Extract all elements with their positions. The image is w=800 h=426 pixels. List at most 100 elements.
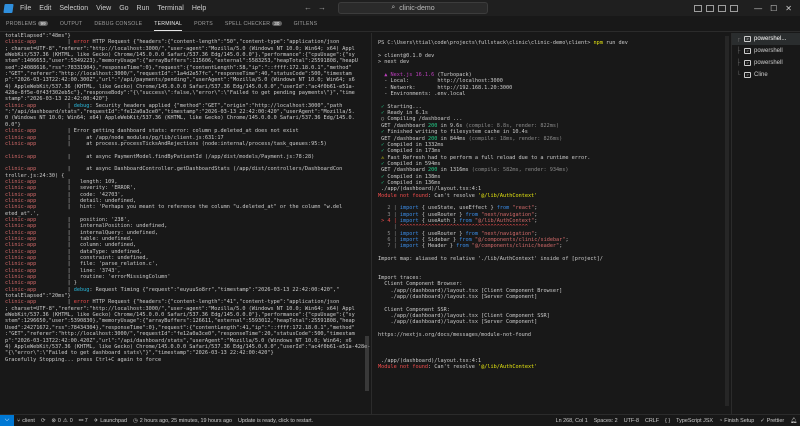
terminal-text: debug bbox=[73, 286, 90, 293]
tab-gitlens[interactable]: GITLENS bbox=[288, 16, 324, 32]
terminal-text: ./app/(dashboard)/layout.tsx [Client Com… bbox=[378, 287, 563, 294]
terminal-text: from bbox=[456, 243, 472, 250]
language-mode[interactable]: TypeScript JSX bbox=[673, 418, 716, 424]
menu-item-view[interactable]: View bbox=[96, 5, 111, 12]
cursor-position[interactable]: Ln 268, Col 1 bbox=[553, 418, 591, 424]
terminal-text: clinic-app bbox=[5, 166, 37, 173]
indentation[interactable]: Spaces: 2 bbox=[591, 418, 621, 424]
git-commit-icon: ◷ bbox=[132, 417, 138, 424]
terminal-text: | at async PaymentModel.findByPatientId … bbox=[36, 153, 315, 160]
terminal-list-item[interactable]: ├ > powershell bbox=[732, 57, 800, 69]
terminal-text: Compiled in 594ms bbox=[387, 160, 441, 167]
terminal-text: HTTP Request {"headers":{"content-length… bbox=[89, 39, 340, 46]
terminal-text: p":"2026-03-13T22:42:00.300Z","url":"/ap… bbox=[5, 77, 355, 84]
terminal-text: 7 | bbox=[378, 243, 400, 250]
sync-status[interactable]: ⟳ bbox=[38, 418, 49, 424]
menu-item-terminal[interactable]: Terminal bbox=[157, 5, 183, 12]
terminal-list-item[interactable]: ├ > powershell bbox=[732, 45, 800, 57]
tab-ports[interactable]: PORTS bbox=[188, 16, 219, 32]
menu-item-edit[interactable]: Edit bbox=[39, 5, 51, 12]
branch-status[interactable]: ⑂ client bbox=[14, 418, 38, 424]
tab-spell-checker[interactable]: SPELL CHECKER 30 bbox=[219, 16, 288, 32]
terminal-left[interactable]: totalElapsed":"48ms"} clinic-app | error … bbox=[0, 33, 370, 414]
terminal-icon: > bbox=[744, 48, 751, 54]
terminal-text: { Header } bbox=[421, 243, 457, 250]
terminal-text: ^^^^^^^^^^^^^^^^^^^^^^^^^^^^^^^^^^^^^^^^… bbox=[399, 224, 528, 231]
tab-terminal[interactable]: TERMINAL bbox=[148, 16, 188, 32]
toggle-secondary-sidebar-icon[interactable] bbox=[718, 4, 727, 12]
launchpad-status[interactable]: ✈ Launchpad bbox=[91, 418, 130, 424]
ports-status[interactable]: ⚯ 7 bbox=[76, 418, 91, 424]
language-braces[interactable]: { } bbox=[662, 418, 673, 424]
tab-count-badge: 30 bbox=[272, 21, 282, 26]
panel-tabs: PROBLEMS 99 OUTPUT DEBUG CONSOLE TERMINAL POR… bbox=[0, 16, 800, 32]
terminal-text: ⚠ bbox=[378, 154, 388, 161]
terminal-text: :"GET","referer":"http://localhost:3000/… bbox=[5, 71, 352, 78]
toggle-sidebar-icon[interactable] bbox=[694, 4, 703, 12]
update-status[interactable]: Update is ready, click to restart. bbox=[235, 418, 316, 424]
customize-layout-icon[interactable] bbox=[730, 4, 739, 12]
terminal-text: (compile: 8.8s, render: 822ms) bbox=[465, 122, 560, 129]
terminal-text: Module not found bbox=[378, 363, 428, 370]
terminal-text: ./app/(dashboard)/layout.tsx [Client Com… bbox=[378, 313, 550, 320]
terminal-text: clinic-app bbox=[5, 191, 37, 198]
terminal-text: import bbox=[399, 230, 422, 237]
tab-output[interactable]: OUTPUT bbox=[54, 16, 89, 32]
tab-label: TERMINAL bbox=[154, 20, 183, 27]
terminal-text: | bbox=[36, 102, 74, 109]
tree-connector: └ bbox=[736, 72, 741, 78]
forward-arrow-icon[interactable]: → bbox=[318, 3, 326, 12]
toggle-panel-icon[interactable] bbox=[706, 4, 715, 12]
terminal-text: (Turbopack) bbox=[434, 72, 472, 79]
terminal-list-item[interactable]: └ > Cline bbox=[732, 69, 800, 81]
end-of-line[interactable]: CRLF bbox=[642, 418, 662, 424]
terminal-text: stamp":"2026-03-13 22:42:00:420"} bbox=[5, 96, 109, 103]
branch-icon: ⑂ bbox=[17, 417, 21, 424]
terminal-text: "@/lib/AuthContext" bbox=[474, 217, 535, 224]
terminal-right[interactable]: PS C:\Users\ttial\code\projects\fullstac… bbox=[372, 33, 730, 414]
terminal-text: error bbox=[73, 39, 90, 46]
terminal-text: GET /dashboard bbox=[378, 167, 428, 174]
terminal-text: "@/components/clinic/header" bbox=[471, 243, 560, 250]
command-center[interactable]: ⌕ clinic-demo bbox=[338, 2, 488, 14]
terminal-right-scrollbar[interactable] bbox=[725, 36, 729, 406]
terminal-text: clinic-app bbox=[5, 134, 37, 141]
terminal-text: debug bbox=[73, 102, 90, 109]
prettier-status[interactable]: ✓ Prettier bbox=[757, 418, 787, 424]
terminal-line: clinic-app | at process.processTicksAndR… bbox=[5, 141, 370, 147]
terminal-list-item[interactable]: ┌ > powershel... bbox=[732, 33, 800, 45]
terminal-line: clinic-app | hint: 'Perhaps you meant to… bbox=[5, 204, 370, 210]
terminal-text: > client@0.1.0 dev bbox=[378, 53, 435, 60]
terminal-left-scrollbar[interactable] bbox=[365, 36, 369, 406]
tab-problems[interactable]: PROBLEMS 99 bbox=[0, 16, 54, 32]
terminal-text: : Security headers applied {"method":"GE… bbox=[89, 102, 343, 109]
terminal-text: 0 (Windows NT 10.0; Win64; x64) AppleWeb… bbox=[5, 115, 355, 122]
back-arrow-icon[interactable]: ← bbox=[304, 3, 312, 12]
finish-setup[interactable]: ◔ Finish Setup bbox=[716, 418, 757, 424]
maximize-icon[interactable]: ☐ bbox=[770, 4, 777, 13]
terminal-text: clinic-app bbox=[5, 280, 37, 287]
encoding[interactable]: UTF-8 bbox=[621, 418, 642, 424]
terminal-text: - Environments: .env.local bbox=[378, 91, 466, 98]
remote-indicator-icon[interactable]: ⌵ bbox=[0, 414, 14, 426]
terminal-text: ✓ bbox=[378, 179, 388, 186]
notifications[interactable]: 🔔︎ bbox=[787, 418, 800, 424]
terminal-text: 200 bbox=[427, 122, 438, 129]
warning-icon: ⚠ bbox=[62, 417, 68, 424]
menu-item-selection[interactable]: Selection bbox=[59, 5, 88, 12]
tab-debug-console[interactable]: DEBUG CONSOLE bbox=[88, 16, 148, 32]
menu-item-run[interactable]: Run bbox=[137, 5, 150, 12]
terminal-text: ; bbox=[565, 237, 569, 243]
problems-status[interactable]: ⊗ 0 ⚠ 0 bbox=[48, 418, 75, 424]
menu-item-file[interactable]: File bbox=[20, 5, 31, 12]
minimize-icon[interactable]: — bbox=[754, 4, 762, 13]
terminal-text: > next dev bbox=[378, 59, 410, 66]
close-icon[interactable]: ✕ bbox=[785, 4, 792, 13]
terminal-text: import bbox=[399, 211, 422, 218]
menu-item-go[interactable]: Go bbox=[119, 5, 128, 12]
terminal-text: eted_at".', bbox=[5, 210, 40, 217]
tab-label: DEBUG CONSOLE bbox=[94, 20, 143, 27]
terminal-text: import bbox=[399, 237, 422, 243]
menu-item-help[interactable]: Help bbox=[192, 5, 206, 12]
commit-status[interactable]: ◷ 2 hours ago, 25 minutes, 19 hours ago bbox=[130, 418, 235, 424]
